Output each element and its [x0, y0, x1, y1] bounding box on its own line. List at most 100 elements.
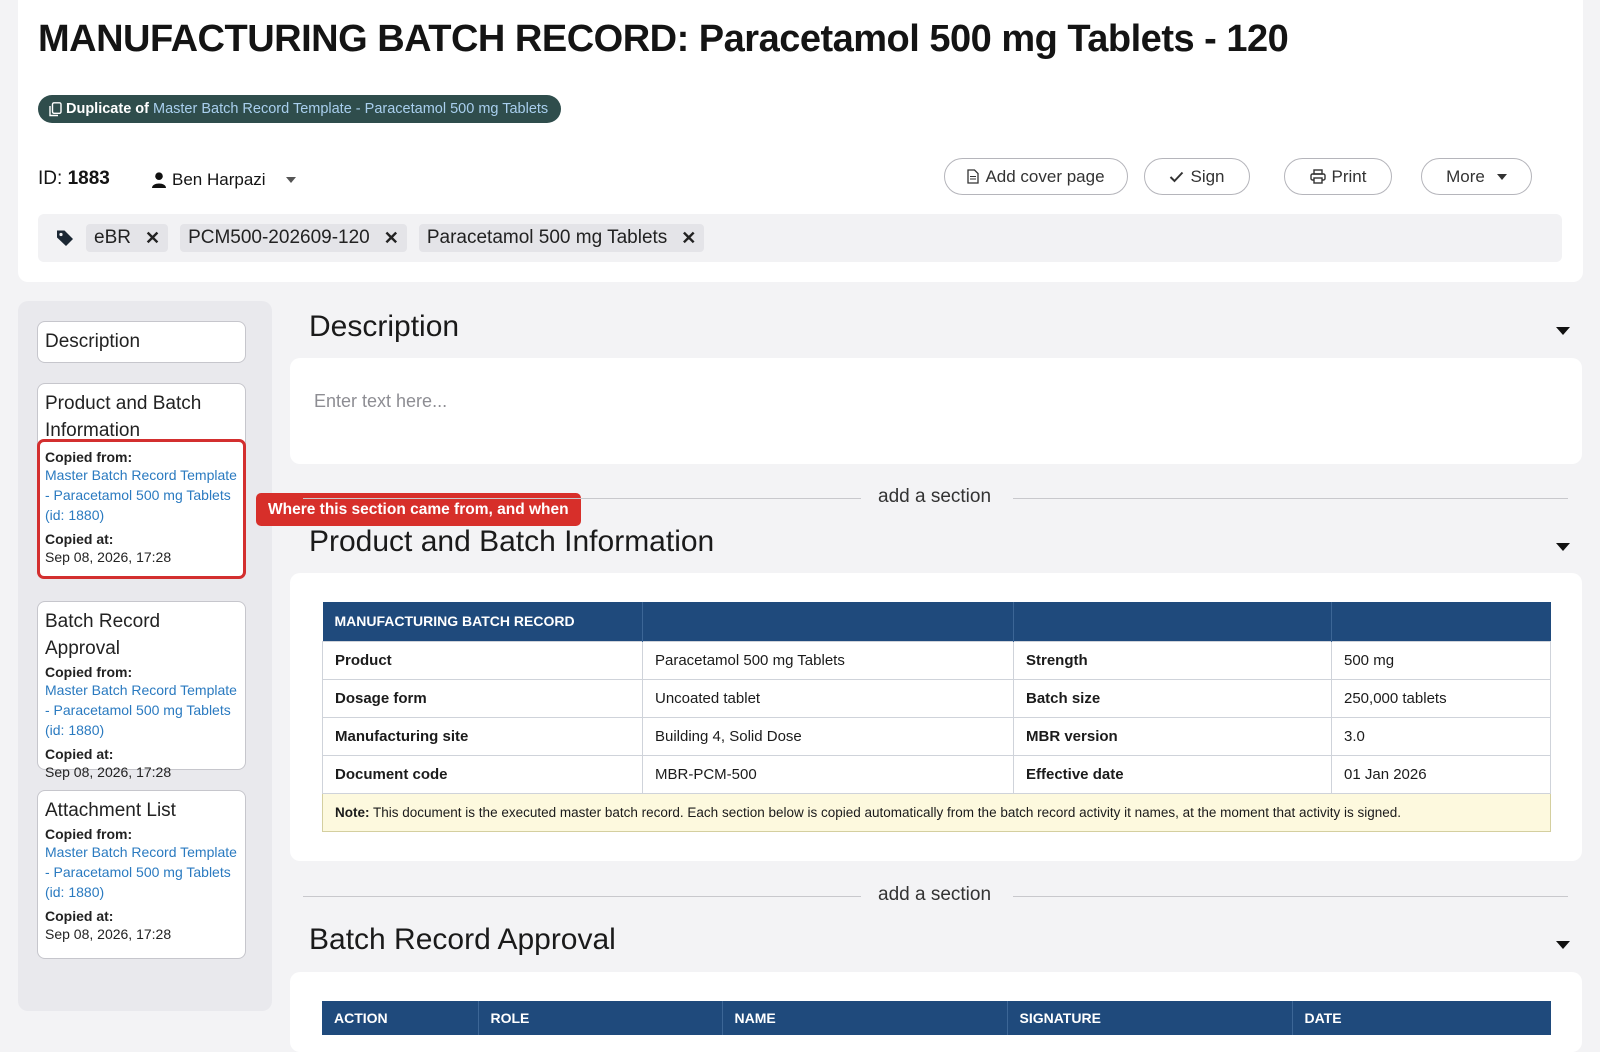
print-button[interactable]: Print — [1284, 158, 1392, 195]
owner-selector[interactable]: Ben Harpazi — [152, 170, 296, 190]
description-placeholder: Enter text here... — [314, 391, 448, 411]
close-icon[interactable]: ✕ — [681, 228, 696, 249]
section-heading-description: Description — [309, 310, 460, 343]
document-icon — [967, 169, 980, 184]
duplicate-prefix: Duplicate of — [66, 101, 149, 117]
table-header-row: ACTION ROLE NAME SIGNATURE DATE — [322, 1001, 1551, 1035]
table-header-cell: SIGNATURE — [1007, 1001, 1293, 1035]
add-section-divider[interactable]: add a section — [303, 884, 1568, 908]
field-key: Dosage form — [322, 678, 643, 718]
table-header-cell: ROLE — [478, 1001, 723, 1035]
chevron-down-icon[interactable] — [1556, 327, 1570, 335]
tags-bar: eBR ✕ PCM500-202609-120 ✕ Paracetamol 50… — [38, 214, 1562, 262]
add-section-label: add a section — [878, 486, 992, 507]
description-editor[interactable]: Enter text here... — [290, 358, 1582, 464]
table-row: Product Paracetamol 500 mg Tablets Stren… — [322, 640, 1551, 680]
copied-from-link[interactable]: Master Batch Record Template - Paracetam… — [45, 465, 238, 525]
field-value: Building 4, Solid Dose — [642, 716, 1014, 756]
copied-at-label: Copied at: — [45, 746, 114, 762]
copied-from-label: Copied from: — [45, 664, 133, 680]
check-icon — [1169, 171, 1184, 183]
print-label: Print — [1331, 166, 1367, 186]
divider-line — [303, 498, 861, 499]
tag-chip: Paracetamol 500 mg Tablets ✕ — [418, 224, 705, 252]
table-header-row: MANUFACTURING BATCH RECORD — [322, 602, 1551, 641]
sign-button[interactable]: Sign — [1144, 158, 1250, 195]
batch-info-table: MANUFACTURING BATCH RECORD Product Parac… — [322, 602, 1551, 832]
sidebar-item-batch-record-approval[interactable]: Batch Record Approval Copied from: Maste… — [37, 601, 246, 780]
owner-name: Ben Harpazi — [172, 170, 266, 189]
note-cell: Note: This document is the executed mast… — [322, 792, 1551, 832]
field-value: 01 Jan 2026 — [1331, 754, 1551, 794]
field-value: 500 mg — [1331, 640, 1551, 680]
user-icon — [152, 172, 166, 188]
copied-at-label: Copied at: — [45, 908, 114, 924]
batch-approval-card: ACTION ROLE NAME SIGNATURE DATE — [290, 972, 1582, 1052]
copied-from-label: Copied from: — [45, 449, 133, 465]
divider-line — [1013, 896, 1568, 897]
add-cover-page-button[interactable]: Add cover page — [944, 158, 1128, 195]
chevron-down-icon[interactable] — [1556, 543, 1570, 551]
field-value: 3.0 — [1331, 716, 1551, 756]
tag-label: Paracetamol 500 mg Tablets — [426, 227, 668, 248]
copied-at-label: Copied at: — [45, 531, 114, 547]
sign-label: Sign — [1190, 166, 1225, 186]
section-heading-batch-approval: Batch Record Approval — [309, 923, 616, 956]
note-row: Note: This document is the executed mast… — [322, 792, 1551, 832]
field-value: 250,000 tablets — [1331, 678, 1551, 718]
copied-from-link[interactable]: Master Batch Record Template - Paracetam… — [45, 842, 238, 902]
chevron-down-icon — [285, 177, 296, 183]
table-title: MANUFACTURING BATCH RECORD — [322, 602, 643, 641]
tag-icon — [56, 229, 74, 247]
divider-line — [303, 896, 861, 897]
field-key: Document code — [322, 754, 643, 794]
close-icon[interactable]: ✕ — [384, 228, 399, 249]
sidebar-item-label: Attachment List — [45, 800, 176, 821]
field-value: MBR-PCM-500 — [642, 754, 1014, 794]
table-row: Dosage form Uncoated tablet Batch size 2… — [322, 678, 1551, 718]
table-row: Document code MBR-PCM-500 Effective date… — [322, 754, 1551, 794]
chevron-down-icon[interactable] — [1556, 941, 1570, 949]
close-icon[interactable]: ✕ — [145, 228, 160, 249]
sidebar-item-attachment-list[interactable]: Attachment List Copied from: Master Batc… — [37, 790, 246, 959]
add-section-label: add a section — [878, 884, 992, 905]
tag-chip: PCM500-202609-120 ✕ — [180, 224, 407, 252]
field-value: Paracetamol 500 mg Tablets — [642, 640, 1014, 680]
field-key: Batch size — [1013, 678, 1332, 718]
copied-from-link[interactable]: Master Batch Record Template - Paracetam… — [45, 680, 238, 740]
field-key: Product — [322, 640, 643, 680]
table-row: Manufacturing site Building 4, Solid Dos… — [322, 716, 1551, 756]
field-key: Effective date — [1013, 754, 1332, 794]
table-header-cell: DATE — [1292, 1001, 1551, 1035]
field-key: Strength — [1013, 640, 1332, 680]
more-label: More — [1446, 166, 1485, 186]
product-batch-card: MANUFACTURING BATCH RECORD Product Parac… — [290, 573, 1582, 861]
page-title: MANUFACTURING BATCH RECORD: Paracetamol … — [38, 18, 1289, 60]
tag-chip: eBR ✕ — [86, 224, 169, 252]
duplicate-of-badge: Duplicate of Master Batch Record Templat… — [38, 95, 562, 123]
sidebar-item-description[interactable]: Description — [37, 321, 246, 363]
sidebar-item-label: Product and Batch Information — [45, 393, 202, 441]
field-key: Manufacturing site — [322, 716, 643, 756]
copy-icon — [49, 101, 62, 117]
id-label: ID: — [38, 168, 63, 189]
add-cover-page-label: Add cover page — [985, 166, 1105, 186]
approval-table: ACTION ROLE NAME SIGNATURE DATE — [322, 1001, 1551, 1035]
field-value: Uncoated tablet — [642, 678, 1014, 718]
sidebar-item-label: Batch Record Approval — [45, 611, 161, 659]
more-button[interactable]: More — [1421, 158, 1532, 195]
field-key: MBR version — [1013, 716, 1332, 756]
tag-label: PCM500-202609-120 — [188, 227, 370, 248]
add-section-divider[interactable]: add a section — [303, 486, 1568, 510]
section-origin-highlight: Copied from: Master Batch Record Templat… — [37, 439, 246, 579]
record-id: ID: 1883 — [38, 168, 110, 190]
tag-label: eBR — [94, 227, 131, 248]
copied-from-label: Copied from: — [45, 826, 133, 842]
table-header-cell: ACTION — [322, 1001, 479, 1035]
duplicate-source-link[interactable]: Master Batch Record Template - Paracetam… — [153, 101, 548, 117]
sidebar-item-label: Description — [45, 331, 141, 352]
copied-at-value: Sep 08, 2026, 17:28 — [45, 926, 172, 942]
table-header-cell: NAME — [722, 1001, 1008, 1035]
section-heading-product-batch: Product and Batch Information — [309, 525, 715, 558]
table-header-cell — [1331, 602, 1551, 641]
